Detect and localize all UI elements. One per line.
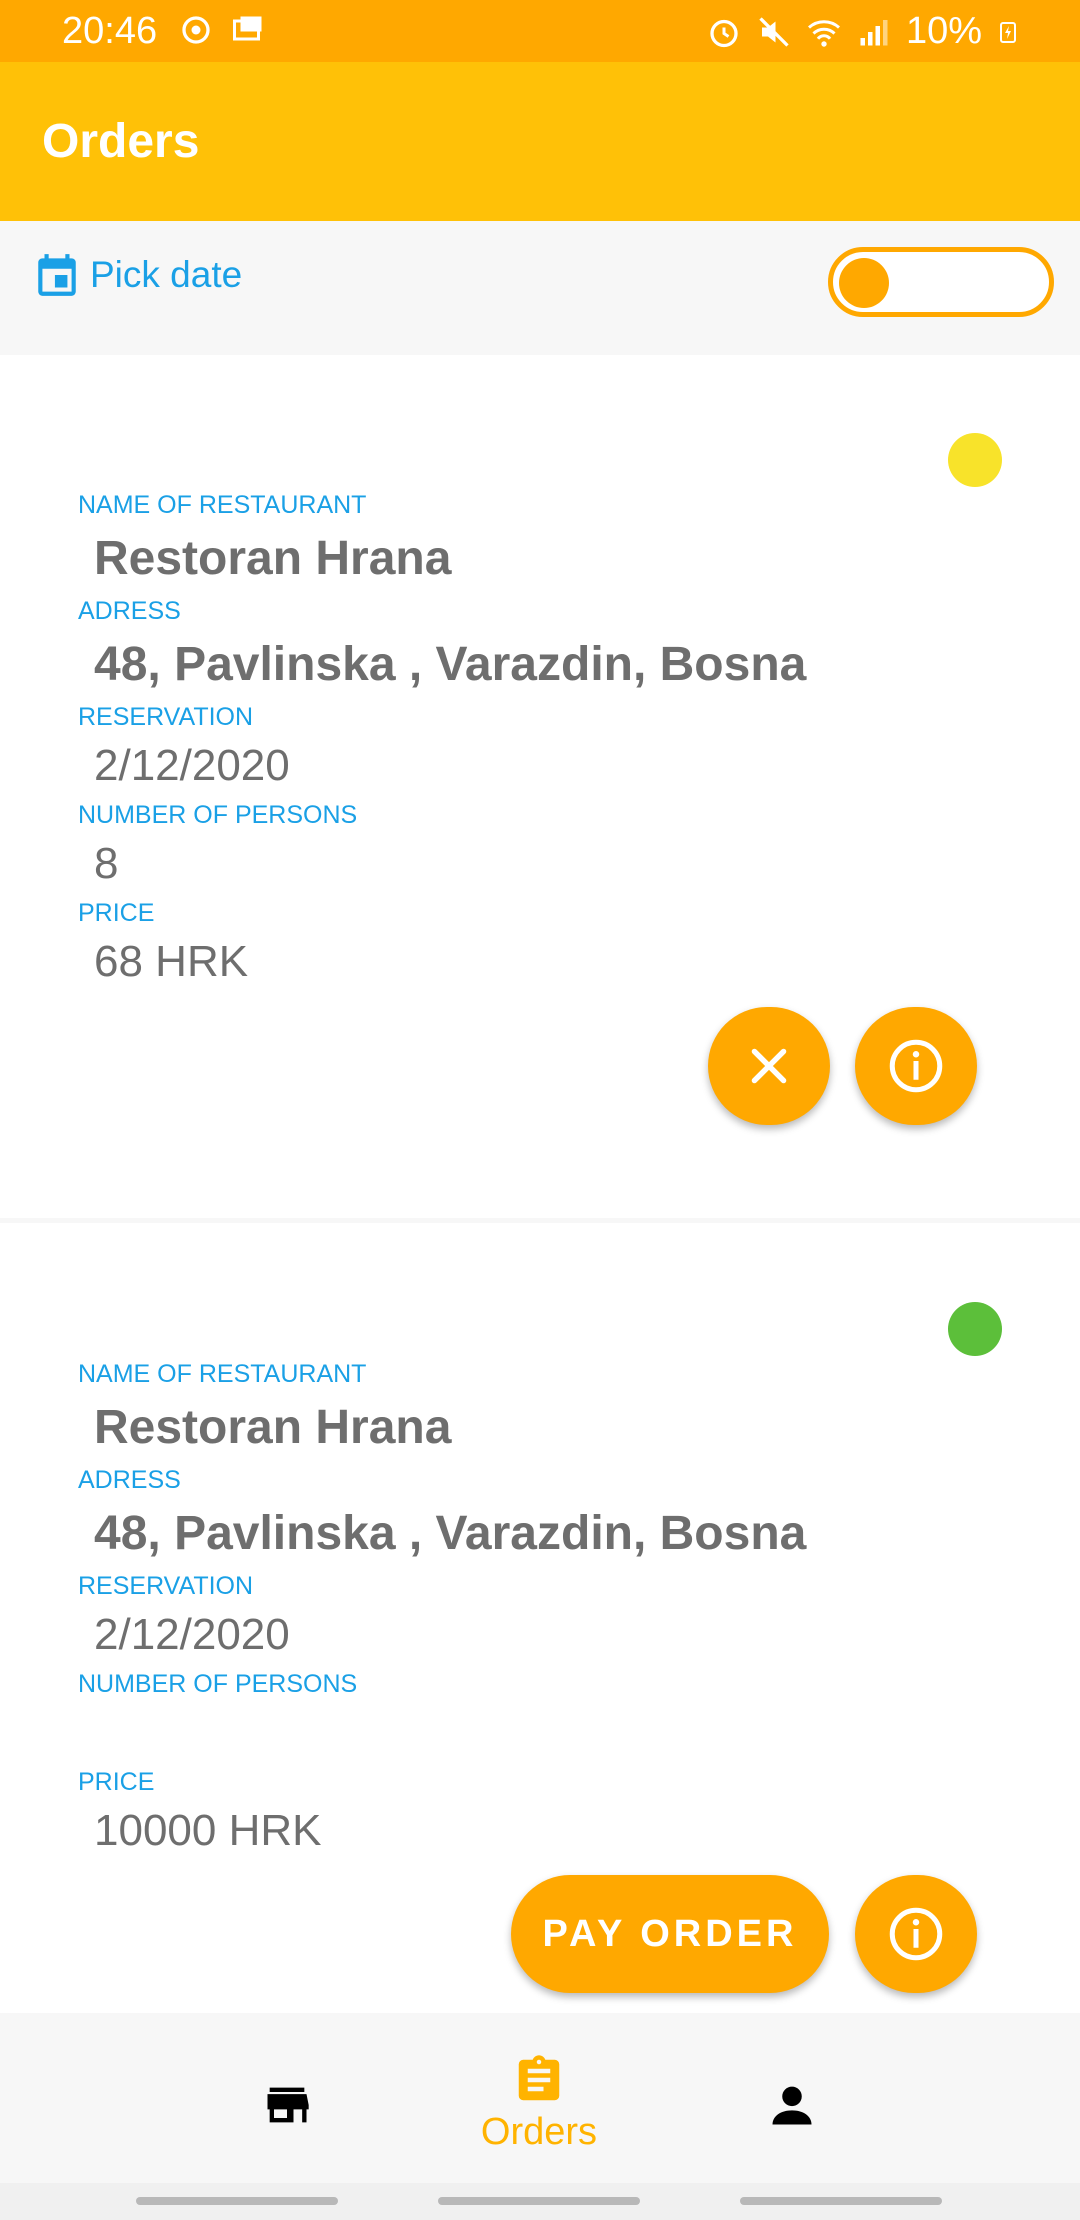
nav-label-orders: Orders — [480, 2111, 598, 2153]
reservation-label: RESERVATION — [78, 703, 254, 731]
address-value: 48, Pavlinska , Varazdin, Bosna — [94, 638, 807, 691]
alarm-icon — [710, 19, 738, 47]
reservation-value: 2/12/2020 — [94, 741, 290, 790]
pick-date-label: Pick date — [90, 254, 243, 295]
status-dot — [948, 433, 1002, 487]
pay-order-button[interactable]: PAY ORDER — [511, 1875, 829, 1993]
calendar-icon — [38, 254, 76, 296]
order-card: NAME OF RESTAURANT Restoran Hrana ADRESS… — [0, 1223, 1080, 2013]
price-value: 10000 HRK — [94, 1806, 322, 1855]
order-info-button[interactable] — [855, 1007, 977, 1125]
address-label: ADRESS — [78, 597, 181, 625]
gesture-pill-right[interactable] — [740, 2197, 942, 2205]
restaurant-label: NAME OF RESTAURANT — [78, 1360, 367, 1388]
sync-icon — [182, 16, 210, 44]
app-bar: Orders — [0, 62, 1080, 221]
gesture-pill-left[interactable] — [136, 2197, 338, 2205]
order-card: NAME OF RESTAURANT Restoran Hrana ADRESS… — [0, 355, 1080, 1218]
nav-item-profile[interactable] — [712, 2079, 872, 2131]
nav-item-orders[interactable]: Orders — [459, 2053, 619, 2154]
address-label: ADRESS — [78, 1466, 181, 1494]
price-label: PRICE — [78, 1768, 155, 1796]
bottom-navigation: Orders — [0, 2013, 1080, 2183]
filter-toggle[interactable] — [828, 247, 1054, 317]
status-dot — [948, 1302, 1002, 1356]
restaurant-name: Restoran Hrana — [94, 1401, 452, 1454]
restaurant-name: Restoran Hrana — [94, 532, 452, 585]
page-title: Orders — [42, 115, 200, 168]
reservation-value: 2/12/2020 — [94, 1610, 290, 1659]
persons-label: NUMBER OF PERSONS — [78, 1670, 358, 1698]
gesture-navigation-bar — [0, 2183, 1080, 2220]
mute-icon — [759, 16, 789, 47]
persons-value: 8 — [94, 839, 119, 888]
person-icon — [772, 2086, 812, 2125]
clipboard-icon — [518, 2055, 560, 2101]
info-icon — [889, 1039, 943, 1093]
filter-row: Pick date — [0, 221, 1080, 355]
price-label: PRICE — [78, 899, 155, 927]
close-icon — [751, 1048, 787, 1084]
price-value: 68 HRK — [94, 937, 249, 986]
pick-date-button[interactable]: Pick date — [32, 249, 242, 301]
notification-icon — [233, 16, 262, 41]
address-value: 48, Pavlinska , Varazdin, Bosna — [94, 1507, 807, 1560]
toggle-knob — [839, 258, 889, 308]
wifi-icon — [807, 19, 840, 47]
cancel-order-button[interactable] — [708, 1007, 830, 1125]
gesture-pill-center[interactable] — [438, 2197, 640, 2205]
info-icon — [889, 1907, 943, 1961]
restaurant-label: NAME OF RESTAURANT — [78, 491, 367, 519]
reservation-label: RESERVATION — [78, 1572, 254, 1600]
battery-level: 10% — [905, 10, 982, 52]
nav-item-restaurants[interactable] — [207, 2079, 367, 2131]
status-bar: 20:46 10% — [0, 0, 1080, 62]
store-icon — [267, 2087, 309, 2123]
status-time: 20:46 — [62, 10, 158, 52]
persons-label: NUMBER OF PERSONS — [78, 801, 358, 829]
signal-icon — [860, 19, 888, 45]
battery-charging-icon — [1000, 21, 1016, 43]
order-info-button[interactable] — [855, 1875, 977, 1993]
